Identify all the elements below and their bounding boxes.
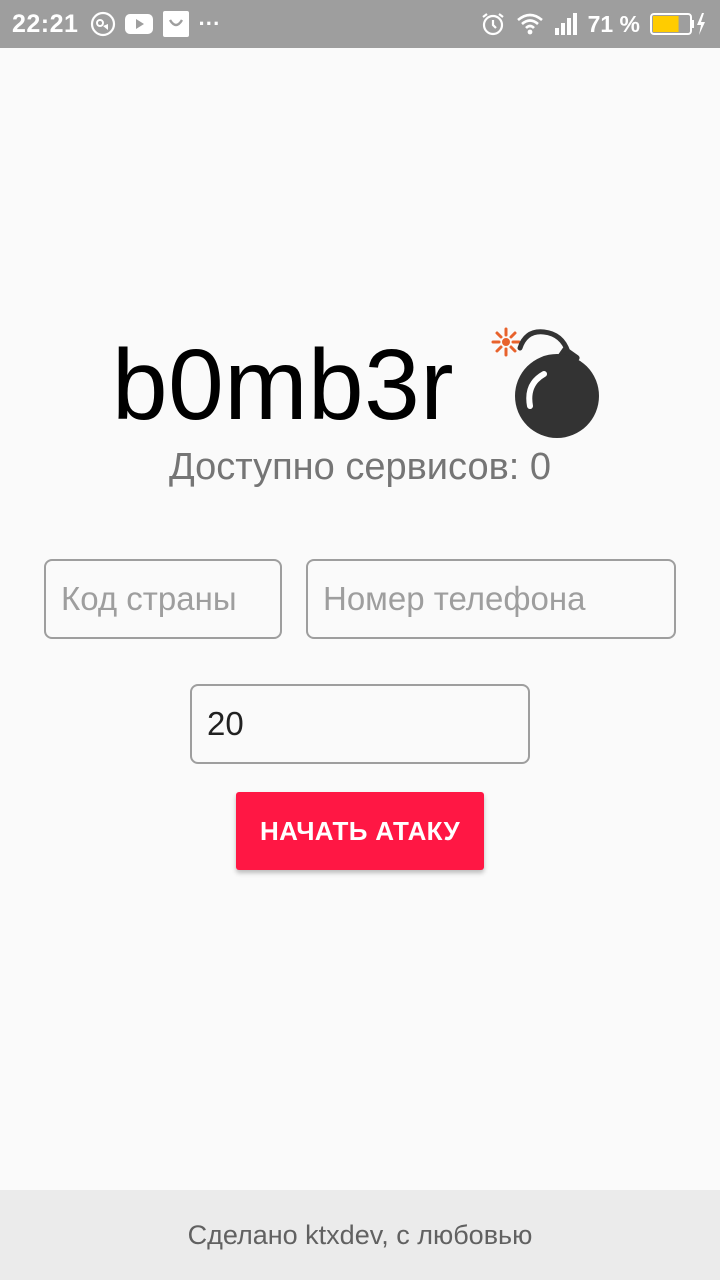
status-time: 22:21	[12, 9, 79, 38]
more-notifications-icon: ···	[198, 11, 221, 36]
attack-count-input[interactable]: 20	[190, 684, 530, 764]
signal-icon	[554, 12, 578, 36]
phone-number-input[interactable]: Номер телефона	[306, 559, 676, 639]
youtube-icon	[124, 12, 154, 36]
shopping-bag-icon	[162, 10, 190, 38]
services-count-label: Доступно сервисов: 0	[168, 446, 552, 488]
bomb-icon	[488, 320, 604, 440]
country-code-input[interactable]: Код страны	[44, 559, 282, 639]
country-code-placeholder: Код страны	[61, 580, 237, 617]
title-row: b0mb3r	[0, 320, 720, 450]
notification-icons: ···	[90, 10, 220, 38]
attack-count-value: 20	[207, 705, 244, 742]
battery-icon	[650, 11, 708, 37]
alarm-icon	[480, 11, 506, 37]
footer: Сделано ktxdev, с любовью	[0, 1190, 720, 1280]
start-attack-button[interactable]: НАЧАТЬ АТАКУ	[236, 792, 484, 870]
battery-percent: 71 %	[587, 10, 640, 37]
messenger-icon	[90, 11, 116, 37]
status-bar: 22:21 ··· 71 %	[0, 0, 720, 48]
wifi-icon	[516, 12, 544, 36]
phone-number-placeholder: Номер телефона	[323, 580, 586, 617]
app-title: b0mb3r	[112, 329, 455, 441]
main-content: b0mb3r Доступно сервисов: 0 Код страны Н…	[0, 48, 720, 1190]
footer-text: Сделано ktxdev, с любовью	[187, 1219, 533, 1250]
